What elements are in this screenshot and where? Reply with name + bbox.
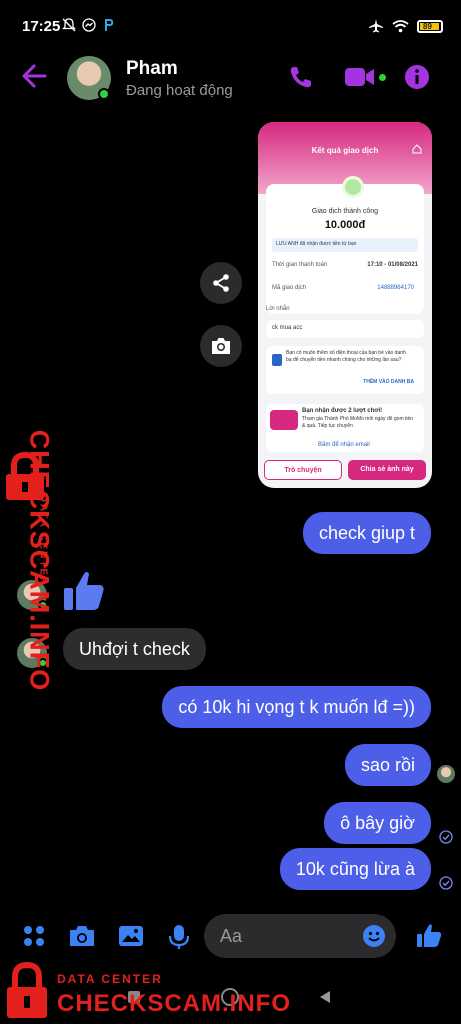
chat-button[interactable]: Trò chuyện: [264, 460, 342, 480]
message-bubble-outgoing[interactable]: có 10k hi vọng t k muốn lđ =)): [162, 686, 431, 728]
gallery-icon[interactable]: [118, 924, 144, 948]
share-icon: [213, 274, 229, 292]
lock-icon: [7, 962, 47, 1018]
watermark-side: CHECKSCAM.INFO DATA CENTER: [0, 430, 54, 691]
messenger-icon: [82, 18, 96, 32]
message-bubble-outgoing[interactable]: sao rồi: [344, 744, 431, 786]
home-icon: [412, 144, 422, 154]
online-indicator: [98, 88, 110, 100]
watermark-small: DATA CENTER: [57, 972, 163, 986]
like-icon[interactable]: [416, 922, 442, 948]
wifi-icon: [392, 20, 409, 33]
camera-save-button[interactable]: [200, 325, 242, 367]
message-bubble-incoming[interactable]: Uhđợi t check: [63, 628, 206, 670]
share-image-button[interactable]: Chia sẻ ảnh này: [348, 460, 426, 480]
status-time: 17:25: [22, 18, 61, 35]
mic-icon[interactable]: [168, 924, 190, 950]
emoji-icon[interactable]: [362, 924, 386, 948]
message-bubble-outgoing[interactable]: 10k cũng lừa à: [279, 848, 431, 890]
like-sticker-icon[interactable]: [62, 568, 106, 612]
chat-header: Pham Đang hoạt động: [0, 52, 461, 108]
message-bubble-outgoing[interactable]: check giup t: [302, 512, 431, 554]
back-icon[interactable]: [20, 62, 48, 90]
app-p-icon: [105, 19, 114, 31]
info-icon[interactable]: [404, 64, 430, 90]
read-receipt-avatar: [437, 765, 455, 783]
back-nav-icon[interactable]: [318, 990, 332, 1004]
sent-check-icon: [439, 830, 453, 844]
phone-icon[interactable]: [288, 64, 314, 90]
message-input-placeholder: Aa: [220, 926, 243, 946]
status-bar: 17:25 89: [0, 0, 461, 52]
menu-icon[interactable]: [22, 924, 46, 948]
promo-box: Bạn nhận được 2 lượt chơi! Tham gia Thàn…: [266, 404, 424, 452]
transaction-card: Giao dịch thành công 10.000đ LƯU ANH đã …: [266, 176, 424, 314]
camera-icon: [212, 338, 230, 354]
contact-name[interactable]: Pham: [126, 58, 178, 80]
image-title: Kết quả giao dịch: [311, 146, 379, 155]
airplane-icon: [369, 19, 383, 33]
video-icon[interactable]: [345, 66, 375, 88]
message-input[interactable]: Aa: [204, 914, 396, 958]
video-online-dot: [377, 72, 388, 83]
momo-city-logo: [270, 410, 298, 430]
shared-image[interactable]: Kết quả giao dịch Giao dịch thành công 1…: [258, 122, 432, 488]
share-button[interactable]: [200, 262, 242, 304]
sent-check-icon: [439, 876, 453, 890]
mute-bell-icon: [62, 18, 76, 32]
battery-indicator: 89: [417, 19, 443, 33]
contact-status: Đang hoạt động: [126, 82, 233, 99]
success-check-icon: [342, 176, 364, 198]
transaction-amount: 10.000đ: [324, 219, 366, 231]
watermark-text: CHECKSCAM.INFO: [57, 990, 291, 1017]
message-bubble-outgoing[interactable]: ô bây giờ: [324, 802, 431, 844]
save-contact-box: Bạn có muốn thêm số điện thoại của bạn b…: [266, 346, 424, 394]
camera-icon[interactable]: [68, 924, 96, 948]
phone-book-icon: [272, 354, 282, 366]
message-composer: Aa: [0, 912, 461, 962]
